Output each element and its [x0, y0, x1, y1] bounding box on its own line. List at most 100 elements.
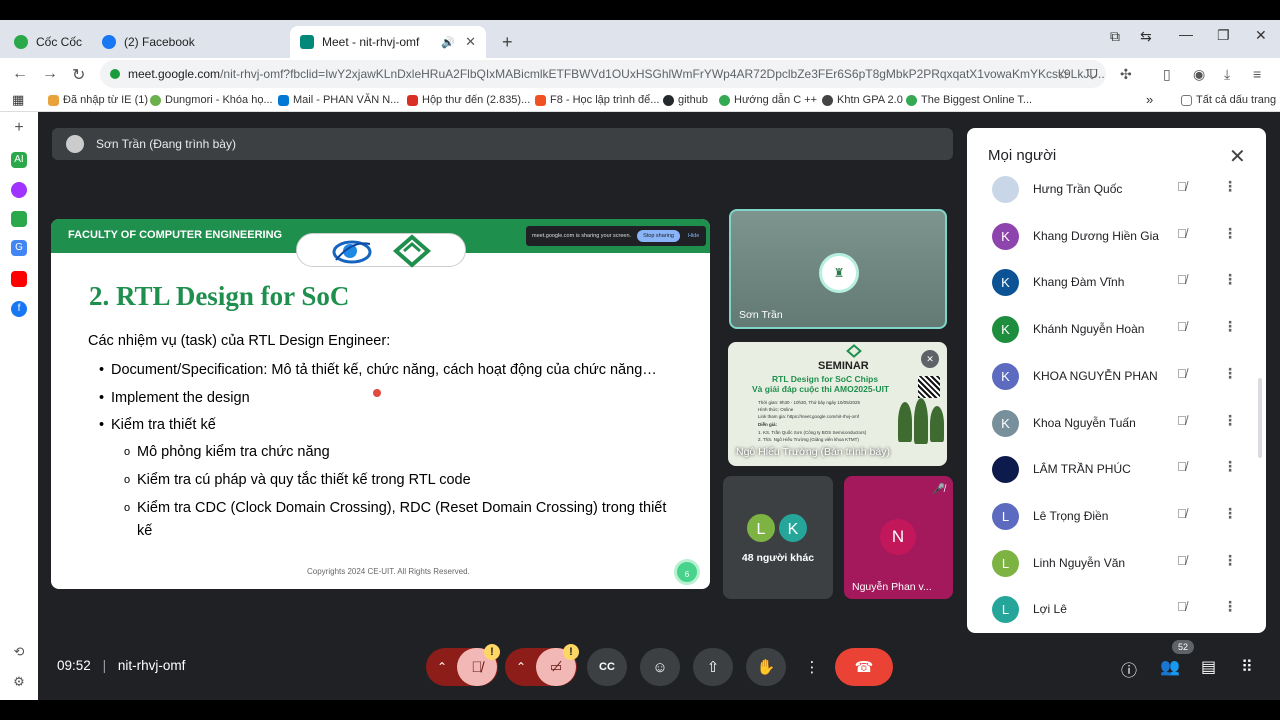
participant-more-icon[interactable]: ⋮ [1223, 598, 1237, 615]
present-screen-icon[interactable]: ⇧ [693, 648, 733, 686]
bookmark-item[interactable]: The Biggest Online T... [906, 94, 1032, 106]
address-bar[interactable]: meet.google.com/nit-rhvj-omf?fbclid=IwY2… [100, 60, 1106, 88]
shield-icon[interactable]: ⛉ [1087, 66, 1098, 83]
people-icon[interactable]: 👥 [1160, 657, 1180, 677]
video-options-chevron-icon[interactable]: ⌃ [506, 660, 536, 674]
participant-name: Khánh Nguyễn Hoàn [1033, 322, 1145, 337]
panel-scrollbar[interactable] [1258, 378, 1262, 458]
bookmark-star-icon[interactable]: ☆ [1057, 66, 1070, 83]
menu-icon[interactable]: ≡ [1253, 66, 1261, 82]
stop-sharing-button[interactable]: Stop sharing [637, 230, 680, 242]
presenter-avatar [66, 135, 84, 153]
more-bookmarks-button[interactable]: » [1146, 92, 1153, 107]
leave-call-icon[interactable]: ☎ [835, 648, 893, 686]
tab-coccoc[interactable]: Cốc Cốc [4, 26, 92, 58]
participant-avatar: L [745, 512, 777, 544]
bookmark-item[interactable]: Đã nhập từ IE (1) [48, 94, 148, 106]
chat-icon[interactable]: ▤ [1201, 657, 1216, 677]
participant-row[interactable]: LÂM TRẦN PHÚC 🎙̸ ⋮ [967, 449, 1257, 489]
participant-avatar: L [992, 549, 1019, 577]
slide-logos [296, 233, 466, 268]
meeting-details-icon[interactable]: ⓘ [1121, 657, 1137, 681]
participant-more-icon[interactable]: ⋮ [1223, 458, 1237, 475]
activities-icon[interactable]: ⠿ [1241, 657, 1253, 677]
facebook-icon[interactable]: f [11, 301, 27, 317]
participant-avatar [992, 456, 1019, 484]
screen-cast-icon[interactable]: ⧉ [1110, 28, 1120, 45]
participant-row[interactable]: L Lê Trọng Điền 🎙̸ ⋮ [967, 496, 1257, 536]
participant-row[interactable]: Hưng Trần Quốc 🎙̸ ⋮ [967, 169, 1257, 209]
audio-options-chevron-icon[interactable]: ⌃ [427, 660, 457, 674]
participant-more-icon[interactable]: ⋮ [1223, 505, 1237, 522]
emoji-icon[interactable]: ☺ [640, 648, 680, 686]
browser-toolbar: ← → ↻ meet.google.com/nit-rhvj-omf?fbcli… [0, 58, 1280, 90]
panel-title: Mọi người [988, 147, 1057, 164]
participant-more-icon[interactable]: ⋮ [1223, 178, 1237, 195]
bookmark-item[interactable]: github [663, 94, 708, 106]
participant-row[interactable]: K Khoa Nguyễn Tuấn 🎙̸ ⋮ [967, 403, 1257, 443]
bookmark-favicon [822, 94, 833, 106]
apps-grid-icon[interactable]: ▦ [12, 92, 24, 108]
hide-button[interactable]: Hide [688, 233, 699, 239]
settings-gear-icon[interactable]: ⚙ [11, 674, 27, 690]
bookmark-favicon [906, 94, 917, 106]
extensions-icon[interactable]: ✣ [1120, 66, 1132, 83]
participant-more-icon[interactable]: ⋮ [1223, 225, 1237, 242]
bookmark-item[interactable]: Hướng dẫn C ++ [719, 94, 817, 106]
participant-row[interactable]: K KHOA NGUYỄN PHAN 🎙̸ ⋮ [967, 356, 1257, 396]
participant-more-icon[interactable]: ⋮ [1223, 365, 1237, 382]
close-tab-icon[interactable]: ✕ [465, 34, 476, 50]
participant-more-icon[interactable]: ⋮ [1223, 271, 1237, 288]
profile-icon[interactable]: ◉ [1193, 66, 1205, 83]
reload-icon[interactable]: ↻ [72, 65, 85, 85]
bookmark-item[interactable]: Dungmori - Khóa họ... [150, 94, 273, 106]
sidebar-icon[interactable]: ▯ [1163, 66, 1171, 83]
all-bookmarks-button[interactable]: Tất cả dấu trang [1181, 94, 1276, 106]
participant-tile-presentation[interactable]: SEMINAR RTL Design for SoC Chips Và giải… [728, 342, 947, 466]
muted-mic-icon: 🎙̸ [1177, 319, 1187, 335]
history-icon[interactable]: ⟲ [11, 644, 27, 660]
participant-avatar: K [992, 269, 1019, 297]
participant-avatar [992, 176, 1019, 203]
speaker-icon[interactable]: 🔊 [441, 36, 455, 49]
raise-hand-icon[interactable]: ✋ [746, 648, 786, 686]
close-window-icon[interactable]: ✕ [1255, 27, 1267, 44]
more-options-icon[interactable]: ⋮ [799, 648, 825, 686]
translate-icon[interactable]: G [11, 240, 27, 256]
bookmark-item[interactable]: Mail - PHAN VĂN N... [278, 94, 399, 106]
participant-tile-others[interactable]: L K 48 người khác [723, 476, 833, 599]
tab-facebook[interactable]: (2) Facebook [92, 26, 288, 58]
participant-tile-nguyen-phan[interactable]: 🎤̸ N Nguyễn Phan v... [844, 476, 953, 599]
forward-icon[interactable]: → [42, 65, 58, 83]
messenger-icon[interactable] [11, 182, 27, 198]
back-icon[interactable]: ← [12, 65, 28, 83]
participant-more-icon[interactable]: ⋮ [1223, 318, 1237, 335]
captions-icon[interactable]: CC [587, 648, 627, 686]
minimize-icon[interactable]: — [1179, 26, 1193, 42]
site-info-icon[interactable] [110, 69, 120, 79]
tab-meet[interactable]: Meet - nit-rhvj-omf 🔊 ✕ [290, 26, 486, 58]
participant-row[interactable]: K Khang Đàm Vĩnh 🎙̸ ⋮ [967, 262, 1257, 302]
participant-row[interactable]: K Khang Dương Hiền Gia 🎙̸ ⋮ [967, 216, 1257, 256]
participant-row[interactable]: L Lợi Lê 🎙̸ ⋮ [967, 589, 1257, 629]
download-icon[interactable]: ⤓ [1224, 66, 1230, 83]
ai-assistant-icon[interactable]: AI [11, 152, 27, 168]
participant-more-icon[interactable]: ⋮ [1223, 412, 1237, 429]
participant-row[interactable]: K Khánh Nguyễn Hoàn 🎙̸ ⋮ [967, 309, 1257, 349]
close-panel-icon[interactable]: ✕ [1229, 144, 1246, 169]
bookmark-item[interactable]: F8 - Học lập trình để... [535, 94, 659, 106]
tab-search-icon[interactable]: ⇆ [1140, 28, 1152, 45]
browser-left-sidebar: + AI G f ⟲ ⚙ [0, 112, 38, 700]
participant-more-icon[interactable]: ⋮ [1223, 552, 1237, 569]
bookmark-item[interactable]: Khtn GPA 2.0 [822, 94, 903, 106]
slide-page-number: 6 [674, 559, 700, 585]
bookmark-item[interactable]: Hộp thư đến (2.835)... [407, 94, 530, 106]
add-icon[interactable]: + [11, 120, 27, 136]
participant-tile-son-tran[interactable]: ♜ Sơn Trần [729, 209, 947, 329]
game-icon[interactable] [11, 211, 27, 227]
participant-avatar: K [992, 409, 1019, 437]
maximize-icon[interactable]: ❐ [1217, 27, 1230, 44]
participant-row[interactable]: L Linh Nguyễn Văn 🎙̸ ⋮ [967, 543, 1257, 583]
new-tab-button[interactable]: + [492, 26, 523, 58]
youtube-icon[interactable] [11, 271, 27, 287]
